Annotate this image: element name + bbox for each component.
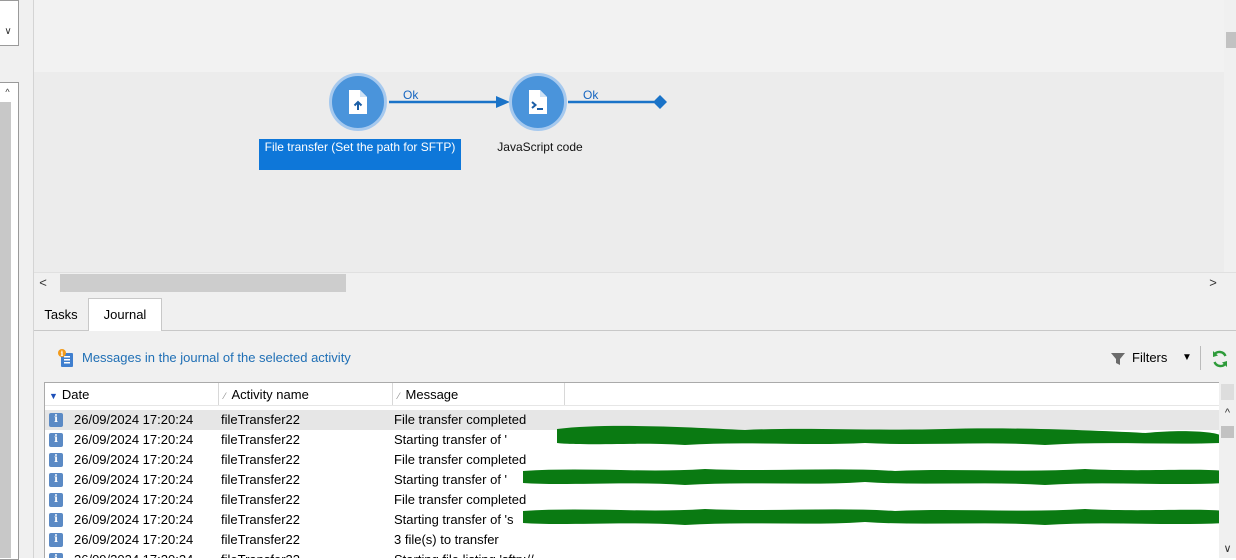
tab-journal[interactable]: Journal <box>88 298 162 331</box>
redaction-mark <box>523 509 1223 525</box>
grid-scroll-top-button[interactable] <box>1221 384 1234 400</box>
javascript-code-node[interactable] <box>509 73 567 131</box>
canvas-horizontal-scroll-thumb[interactable] <box>60 274 346 292</box>
grid-scroll-thumb[interactable] <box>1221 426 1234 438</box>
svg-text:i: i <box>61 349 64 358</box>
transition-arrowhead-1 <box>496 96 510 108</box>
filters-button[interactable]: Filters <box>1132 350 1167 365</box>
scroll-right-icon[interactable]: > <box>1206 274 1220 292</box>
transition-label-2: Ok <box>583 88 599 102</box>
scroll-down-icon[interactable]: ∨ <box>1219 540 1236 558</box>
tab-tasks[interactable]: Tasks <box>34 302 88 330</box>
tab-bar <box>34 294 1236 331</box>
scroll-left-icon[interactable]: < <box>36 274 50 292</box>
script-icon <box>529 90 547 114</box>
filter-icon[interactable] <box>1110 351 1126 367</box>
refresh-icon[interactable] <box>1210 349 1230 369</box>
redaction-overlay <box>523 425 1223 525</box>
transition-end-diamond[interactable] <box>653 95 667 109</box>
journal-title: Messages in the journal of the selected … <box>82 350 351 365</box>
scroll-up-icon[interactable]: ^ <box>1219 404 1236 422</box>
transition-label-1: Ok <box>403 88 419 102</box>
caret-down-icon[interactable]: ▼ <box>1182 350 1192 366</box>
redaction-mark <box>523 469 1223 485</box>
redaction-mark <box>557 425 1220 445</box>
journal-activity-icon: i <box>58 349 73 367</box>
javascript-code-node-label[interactable]: JavaScript code <box>480 140 600 154</box>
file-transfer-node[interactable] <box>329 73 387 131</box>
file-upload-icon <box>349 90 367 114</box>
toolbar-separator <box>1200 346 1201 370</box>
journal-grid[interactable]: ▼ Date ⁄ Activity name ⁄ Message i 26/09/20… <box>44 382 1224 558</box>
workflow-transitions <box>389 95 667 109</box>
file-transfer-node-label[interactable]: File transfer (Set the path for SFTP) <box>259 139 461 170</box>
